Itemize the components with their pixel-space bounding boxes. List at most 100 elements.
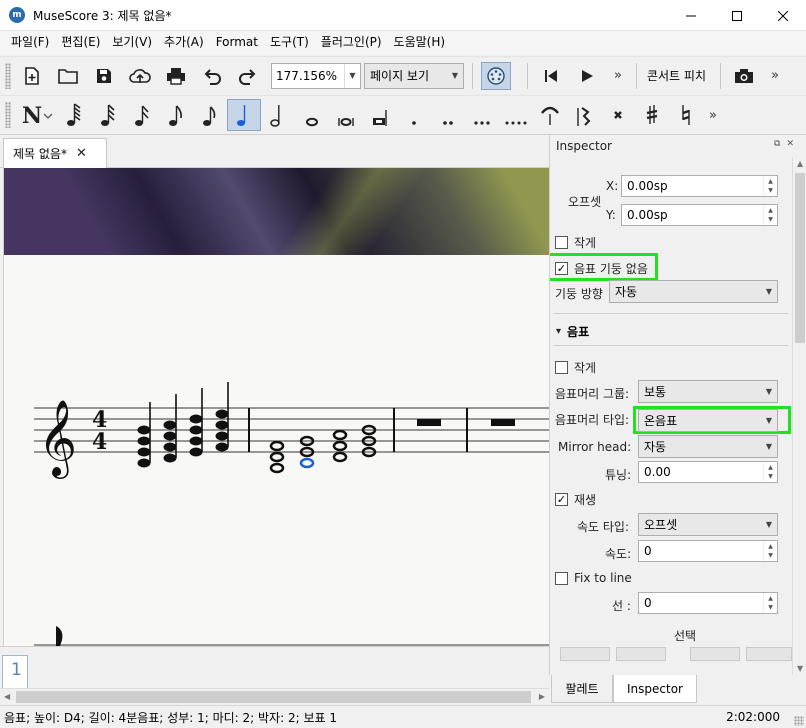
longa-note-button[interactable] <box>363 99 397 131</box>
menu-tools[interactable]: 도구(T) <box>264 31 315 54</box>
mirror-head-combobox[interactable]: 자동 ▼ <box>638 435 778 458</box>
select-voice-button-4[interactable] <box>746 647 792 661</box>
open-file-button[interactable] <box>53 62 83 90</box>
tab-inspector[interactable]: Inspector <box>613 675 697 703</box>
offset-x-value[interactable]: 0.00sp <box>622 179 763 193</box>
no-stem-checkbox[interactable]: ✓ <box>555 262 568 275</box>
horizontal-scrollbar[interactable]: ◀ ▶ <box>0 688 549 705</box>
save-button[interactable] <box>89 62 119 90</box>
close-panel-icon[interactable]: ✕ <box>786 139 800 149</box>
32nd-note-button[interactable] <box>91 99 125 131</box>
menu-format[interactable]: Format <box>210 31 264 54</box>
menu-file[interactable]: 파일(F) <box>5 31 55 54</box>
toolbar-overflow-button[interactable]: » <box>765 68 785 83</box>
half-note-button[interactable] <box>261 99 295 131</box>
triple-dot-button[interactable] <box>465 99 499 131</box>
menu-edit[interactable]: 편집(E) <box>55 31 106 54</box>
velocity-type-combobox[interactable]: 오프셋 ▼ <box>638 513 778 536</box>
score-canvas[interactable]: 𝄞 4 4 <box>3 168 549 646</box>
16th-note-button[interactable] <box>125 99 159 131</box>
double-dot-button[interactable] <box>431 99 465 131</box>
minimize-button[interactable] <box>668 0 714 31</box>
screenshot-button[interactable] <box>729 62 759 90</box>
tab-untitled[interactable]: 제목 없음* ✕ <box>3 138 107 168</box>
maximize-button[interactable] <box>714 0 760 31</box>
head-type-combobox[interactable]: 온음표 ▼ <box>638 409 778 432</box>
scroll-left-icon[interactable]: ◀ <box>4 692 10 701</box>
redo-button[interactable] <box>233 62 263 90</box>
select-voice-button-3[interactable] <box>690 647 740 661</box>
breve-note-button[interactable] <box>329 99 363 131</box>
tab-palette[interactable]: 팔레트 <box>551 675 613 703</box>
scroll-up-icon[interactable]: ▲ <box>797 159 803 168</box>
menu-plugins[interactable]: 플러그인(P) <box>315 31 388 54</box>
stem-small-checkbox[interactable] <box>555 236 568 249</box>
scroll-down-icon[interactable]: ▼ <box>797 664 803 673</box>
spin-arrows-icon[interactable]: ▲ ▼ <box>763 541 777 561</box>
select-voice-button-2[interactable] <box>616 647 666 661</box>
play-button[interactable] <box>572 62 602 90</box>
velocity-value[interactable]: 0 <box>639 544 763 558</box>
scrollbar-thumb[interactable] <box>795 173 805 343</box>
resize-grip-icon[interactable] <box>794 716 804 726</box>
zoom-combobox[interactable]: 177.156% ▼ <box>271 62 361 89</box>
close-tab-icon[interactable]: ✕ <box>76 146 87 161</box>
concert-pitch-button[interactable]: 콘서트 피치 <box>647 67 706 84</box>
scrollbar-thumb[interactable] <box>16 691 531 703</box>
cloud-upload-button[interactable] <box>125 62 155 90</box>
new-file-button[interactable] <box>17 62 47 90</box>
undo-button[interactable] <box>197 62 227 90</box>
spin-arrows-icon[interactable]: ▲ ▼ <box>763 593 777 613</box>
scroll-right-icon[interactable]: ▶ <box>539 692 545 701</box>
head-group-combobox[interactable]: 보통 ▼ <box>638 380 778 403</box>
offset-y-value[interactable]: 0.00sp <box>622 208 763 222</box>
rest-button[interactable] <box>567 99 601 131</box>
page-thumbnail[interactable]: 1 <box>2 655 28 689</box>
note-section-header[interactable]: ▾ 음표 <box>556 323 792 340</box>
eighth-note-button[interactable] <box>193 99 227 131</box>
zoom-value[interactable]: 177.156% <box>272 69 344 83</box>
inspector-scrollbar[interactable]: ▲ ▼ <box>792 157 806 675</box>
toolbar-overflow-button[interactable]: » <box>703 108 723 123</box>
velocity-spinbox[interactable]: 0 ▲ ▼ <box>638 540 778 562</box>
close-window-button[interactable] <box>760 0 806 31</box>
note-small-checkbox-row[interactable]: 작게 <box>555 359 792 376</box>
fix-to-line-checkbox-row[interactable]: Fix to line <box>555 571 792 585</box>
line-value[interactable]: 0 <box>639 596 763 610</box>
fix-to-line-checkbox[interactable] <box>555 571 568 585</box>
line-spinbox[interactable]: 0 ▲ ▼ <box>638 592 778 614</box>
collapse-arrow-icon[interactable]: ▾ <box>556 326 561 337</box>
menu-help[interactable]: 도움말(H) <box>388 31 452 54</box>
note-input-mode-button[interactable]: N <box>17 99 57 131</box>
view-mode-combobox[interactable]: 페이지 보기 ▼ <box>364 62 464 89</box>
tuning-spinbox[interactable]: 0.00 ▲ ▼ <box>638 461 778 483</box>
menu-add[interactable]: 추가(A) <box>158 31 210 54</box>
tuning-value[interactable]: 0.00 <box>639 465 763 479</box>
stem-direction-combobox[interactable]: 자동 ▼ <box>609 280 778 303</box>
midi-input-button[interactable] <box>481 61 511 90</box>
toolbar-grip[interactable] <box>5 102 11 128</box>
augmentation-dot-button[interactable] <box>397 99 431 131</box>
natural-button[interactable] <box>669 99 703 131</box>
toolbar-grip[interactable] <box>5 62 11 89</box>
64th-note-button[interactable] <box>57 99 91 131</box>
spin-arrows-icon[interactable]: ▲ ▼ <box>763 205 777 225</box>
quadruple-dot-button[interactable] <box>499 99 533 131</box>
spin-arrows-icon[interactable]: ▲ ▼ <box>763 462 777 482</box>
offset-x-spinbox[interactable]: 0.00sp ▲ ▼ <box>621 175 778 197</box>
note-small-checkbox[interactable] <box>555 361 568 374</box>
sharp-button[interactable] <box>635 99 669 131</box>
spin-arrows-icon[interactable]: ▲ ▼ <box>763 176 777 196</box>
select-voice-button-1[interactable] <box>560 647 610 661</box>
toolbar-overflow-button[interactable]: » <box>608 68 628 83</box>
offset-y-spinbox[interactable]: 0.00sp ▲ ▼ <box>621 204 778 226</box>
float-panel-icon[interactable]: ⧉ <box>774 139 786 149</box>
tie-button[interactable] <box>533 99 567 131</box>
play-checkbox-row[interactable]: ✓ 재생 <box>555 491 792 508</box>
menu-view[interactable]: 보기(V) <box>106 31 158 54</box>
chevron-down-icon[interactable]: ▼ <box>344 63 360 88</box>
rewind-button[interactable] <box>536 62 566 90</box>
stem-small-checkbox-row[interactable]: 작게 <box>555 234 792 251</box>
play-checkbox[interactable]: ✓ <box>555 493 568 506</box>
no-stem-checkbox-row[interactable]: ✓ 음표 기둥 없음 <box>555 260 792 277</box>
